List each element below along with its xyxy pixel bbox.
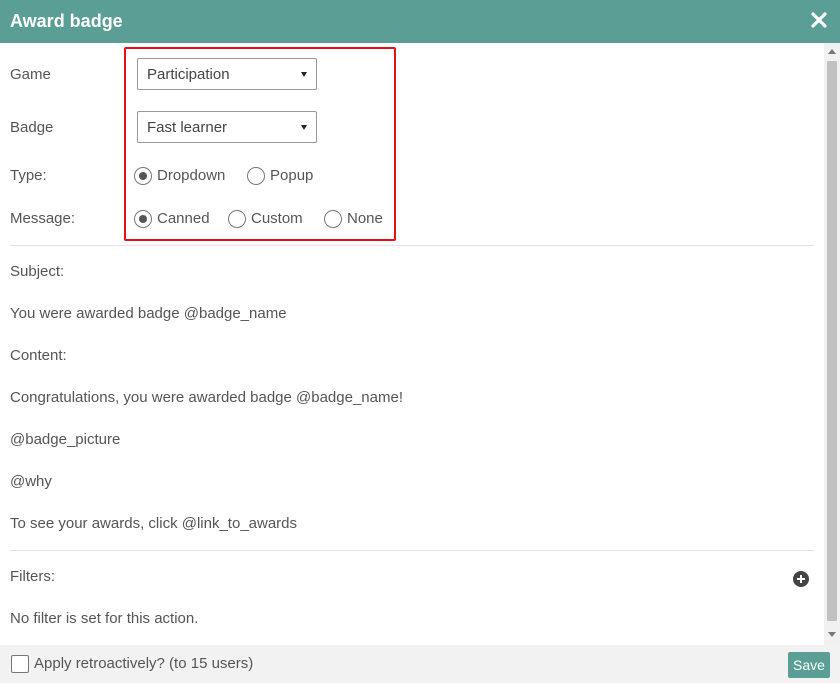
dialog-header: Award badge [0, 0, 840, 43]
content-line: @why [10, 473, 52, 490]
scroll-down-icon[interactable] [828, 632, 836, 637]
type-label: Type: [10, 167, 47, 184]
apply-retroactively-checkbox[interactable] [11, 655, 29, 673]
subject-text: You were awarded badge @badge_name [10, 305, 287, 322]
vertical-scrollbar[interactable] [824, 43, 840, 645]
content-label: Content: [10, 347, 67, 364]
dialog-title: Award badge [10, 11, 123, 31]
scroll-up-icon[interactable] [828, 49, 836, 54]
save-button[interactable]: Save [788, 652, 830, 678]
highlight-box [124, 47, 396, 241]
message-label: Message: [10, 210, 76, 227]
no-filter-text: No filter is set for this action. [10, 610, 199, 627]
divider [10, 550, 814, 551]
dialog-footer: Apply retroactively? (to 15 users) Save [0, 645, 840, 683]
close-icon[interactable] [810, 9, 828, 31]
content-line: Congratulations, you were awarded badge … [10, 389, 403, 406]
divider [10, 245, 814, 246]
badge-label: Badge [10, 119, 54, 136]
content-line: To see your awards, click @link_to_award… [10, 515, 298, 532]
scrollbar-thumb[interactable] [827, 61, 837, 621]
filters-label: Filters: [10, 568, 55, 585]
content-line: @badge_picture [10, 431, 121, 448]
subject-label: Subject: [10, 263, 65, 280]
game-label: Game [10, 66, 51, 83]
apply-retroactively-label[interactable]: Apply retroactively? (to 15 users) [34, 655, 253, 672]
plus-circle-icon[interactable] [793, 571, 809, 587]
